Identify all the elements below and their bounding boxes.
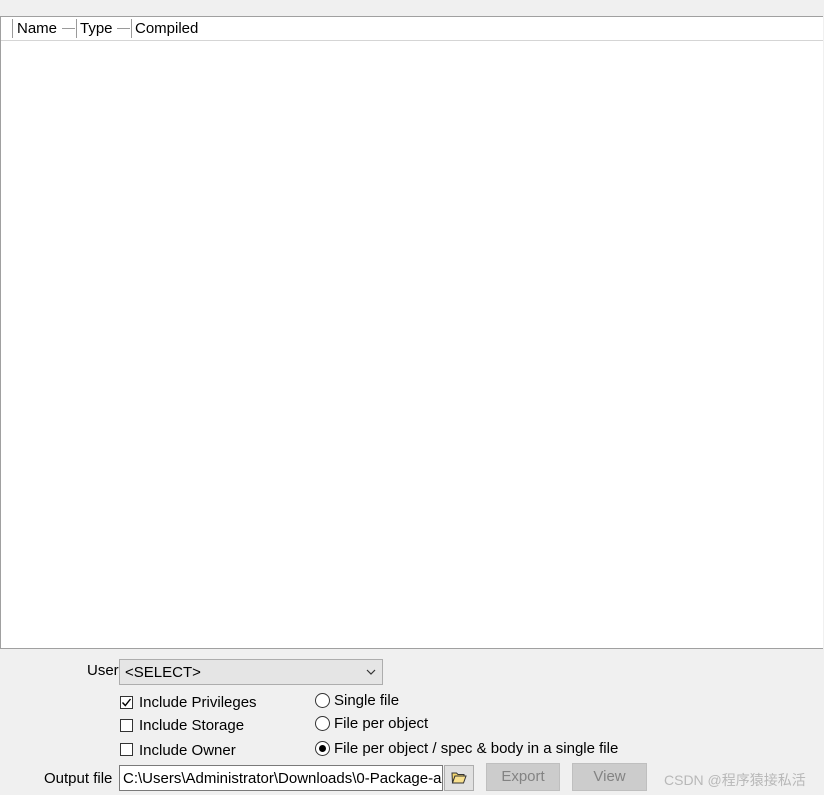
column-header-name[interactable]: Name <box>14 17 57 40</box>
checkmark-icon <box>121 698 132 707</box>
file-per-object-spec-body-radio[interactable] <box>315 741 330 756</box>
single-file-radio[interactable] <box>315 693 330 708</box>
include-privileges-label[interactable]: Include Privileges <box>139 694 257 711</box>
column-header-type[interactable]: Type <box>77 17 113 40</box>
output-file-label: Output file <box>44 770 113 787</box>
include-storage-checkbox[interactable] <box>120 719 133 732</box>
browse-folder-button[interactable] <box>444 765 474 791</box>
include-owner-label[interactable]: Include Owner <box>139 742 236 759</box>
include-storage-label[interactable]: Include Storage <box>139 717 244 734</box>
export-button[interactable]: Export <box>486 763 560 791</box>
user-select-value: <SELECT> <box>125 664 201 681</box>
column-separator[interactable] <box>12 19 13 38</box>
watermark-text: CSDN @程序猿接私活 <box>664 772 806 788</box>
user-label: User <box>87 662 119 679</box>
output-file-input[interactable] <box>119 765 443 791</box>
column-header-compiled[interactable]: Compiled <box>132 17 198 40</box>
folder-open-icon <box>451 772 467 784</box>
single-file-label[interactable]: Single file <box>334 692 399 709</box>
file-per-object-spec-body-label[interactable]: File per object / spec & body in a singl… <box>334 740 618 757</box>
object-list[interactable]: Name Type Compiled <box>0 16 823 649</box>
chevron-down-icon <box>366 669 376 675</box>
include-owner-checkbox[interactable] <box>120 743 133 756</box>
view-button[interactable]: View <box>572 763 647 791</box>
column-resize-handle[interactable] <box>62 28 75 29</box>
include-privileges-checkbox[interactable] <box>120 696 133 709</box>
list-header: Name Type Compiled <box>1 17 823 41</box>
user-select[interactable]: <SELECT> <box>119 659 383 685</box>
file-per-object-label[interactable]: File per object <box>334 715 428 732</box>
column-resize-handle[interactable] <box>117 28 130 29</box>
file-per-object-radio[interactable] <box>315 716 330 731</box>
